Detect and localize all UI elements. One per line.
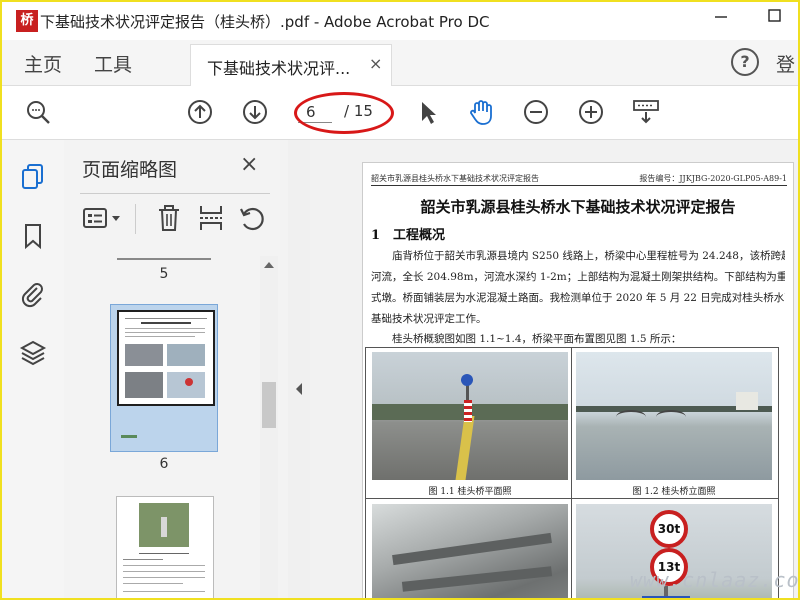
close-panel-button[interactable]: ×: [240, 152, 258, 177]
header-rule: [371, 185, 787, 186]
thumbnail-scrollbar[interactable]: [260, 256, 278, 598]
document-tab-label: 下基础技术状况评...: [207, 59, 351, 78]
tab-document[interactable]: 下基础技术状况评... ×: [190, 44, 392, 87]
app-logo: 桥: [16, 10, 38, 32]
thumbnail-page-7[interactable]: [116, 496, 214, 598]
page-thumbnails-icon[interactable]: [19, 162, 47, 190]
tab-tools[interactable]: 工具: [94, 50, 132, 77]
page-header-right: 报告编号：JJKJBG-2020-GLP05-A89-1: [639, 174, 787, 183]
help-icon[interactable]: ?: [731, 48, 759, 76]
thumbnail-label: 5: [159, 266, 169, 282]
maximize-button[interactable]: [760, 8, 790, 34]
document-view[interactable]: 韶关市乳源县桂头桥水下基础技术状况评定报告 报告编号：JJKJBG-2020-G…: [310, 140, 798, 598]
thumbnail-label: 6: [159, 456, 169, 472]
page-header-left: 韶关市乳源县桂头桥水下基础技术状况评定报告: [371, 174, 539, 183]
left-rail: [2, 140, 65, 598]
paragraph-line: 式墩。桥面铺装层为水泥混凝土路面。我检测单位于 2020 年 5 月 22 日完…: [371, 292, 785, 304]
thumbnail-page-6[interactable]: [110, 304, 218, 452]
title-bar: 桥 下基础技术状况评定报告（桂头桥）.pdf - Adobe Acrobat P…: [2, 2, 798, 40]
sign-in-button[interactable]: 登: [776, 50, 795, 77]
paragraph-line: 基础技术状况评定工作。: [371, 313, 487, 325]
watermark: www.cnlaaz.com: [630, 568, 800, 592]
document-title: 韶关市乳源县桂头桥水下基础技术状况评定报告: [420, 198, 736, 216]
next-page-icon[interactable]: [241, 98, 269, 126]
attachment-icon[interactable]: [19, 280, 47, 308]
previous-page-icon[interactable]: [186, 98, 214, 126]
search-icon[interactable]: [24, 98, 52, 126]
rotate-icon[interactable]: [238, 204, 266, 232]
bookmark-icon[interactable]: [19, 222, 47, 250]
scrollbar-thumb[interactable]: [262, 382, 276, 428]
divider: [571, 348, 572, 598]
paragraph-line: 河流，全长 204.98m，河流水深约 1-2m；上部结构为混凝土刚架拱结构。下…: [371, 271, 785, 283]
minimize-icon: [715, 16, 727, 18]
bridge-underside-photo: [372, 504, 568, 598]
panel-collapse-handle[interactable]: [288, 140, 310, 598]
bridge-plan-photo: [372, 352, 568, 480]
thumbnail-panel: 页面缩略图 × 5 6: [64, 140, 289, 598]
acrobat-window: 桥 下基础技术状况评定报告（桂头桥）.pdf - Adobe Acrobat P…: [0, 0, 800, 600]
figure-caption: 图 1.2 桂头桥立面照: [632, 487, 716, 497]
tab-home[interactable]: 主页: [24, 50, 62, 77]
thumbnail-toolbar: [80, 202, 280, 234]
thumbnail-list: 5 6: [64, 246, 264, 598]
layers-icon[interactable]: [19, 338, 47, 366]
panel-title: 页面缩略图: [82, 159, 178, 181]
zoom-out-icon[interactable]: [522, 98, 550, 126]
window-title: 下基础技术状况评定报告（桂头桥）.pdf - Adobe Acrobat Pro…: [40, 13, 490, 31]
keyboard-scroll-icon[interactable]: [632, 98, 660, 126]
scroll-up-icon[interactable]: [263, 260, 275, 270]
extract-pages-icon[interactable]: [198, 204, 224, 232]
paragraph-line: 庙背桥位于韶关市乳源县境内 S250 线路上，桥梁中心里程桩号为 24.248，…: [392, 250, 785, 262]
tab-bar: 主页 工具 下基础技术状况评... × ? 登: [2, 40, 798, 87]
close-tab-button[interactable]: ×: [369, 54, 382, 73]
thumbnail-image: [117, 310, 215, 406]
figure-caption: 图 1.1 桂头桥平面照: [428, 487, 512, 497]
delete-icon[interactable]: [156, 204, 182, 232]
collapse-left-icon: [296, 383, 302, 395]
toolbar: 6 / 15: [2, 86, 798, 140]
figure-table: 图 1.1 桂头桥平面照 图 1.2 桂头桥立面照 30t 13t: [365, 347, 779, 598]
section-heading: 1 工程概况: [371, 228, 446, 243]
hand-tool-icon[interactable]: [467, 98, 495, 126]
zoom-in-icon[interactable]: [577, 98, 605, 126]
divider: [80, 193, 270, 194]
select-tool-icon[interactable]: [414, 98, 442, 126]
highlight-annotation: [294, 92, 394, 134]
divider: [135, 204, 136, 234]
divider: [366, 498, 778, 499]
minimize-button[interactable]: [706, 8, 736, 34]
bridge-elevation-photo: [576, 352, 772, 480]
thumbnail-options-icon[interactable]: [82, 206, 126, 230]
thumbnail-page-5[interactable]: [117, 258, 211, 260]
maximize-icon: [768, 9, 781, 22]
pdf-page: 韶关市乳源县桂头桥水下基础技术状况评定报告 报告编号：JJKJBG-2020-G…: [362, 162, 794, 598]
